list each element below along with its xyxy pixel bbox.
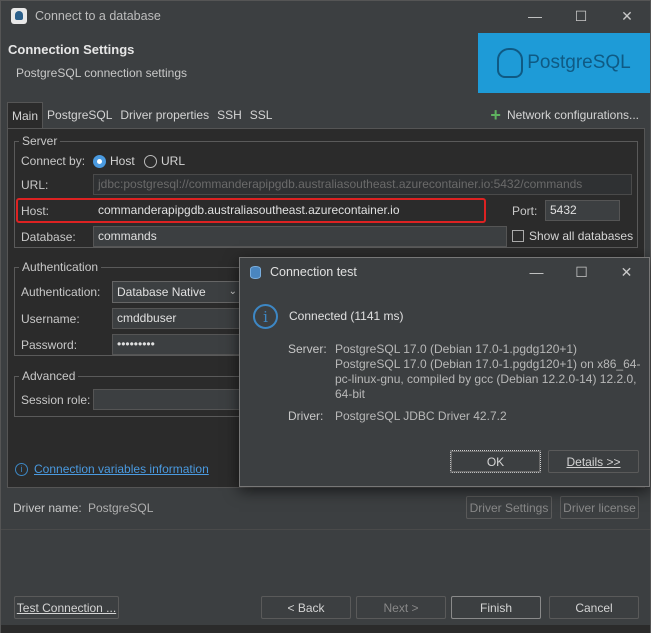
show-all-databases-label: Show all databases <box>529 229 634 243</box>
database-icon <box>250 265 261 279</box>
footer-divider <box>1 529 650 530</box>
logo-text: PostgreSQL <box>527 52 631 73</box>
cancel-button[interactable]: Cancel <box>549 596 639 619</box>
driver-name-value: PostgreSQL <box>88 501 154 515</box>
minimize-button[interactable]: — <box>512 1 558 31</box>
driver-row: Driver name: PostgreSQL Driver Settings … <box>1 495 650 521</box>
network-configurations-button[interactable]: + Network configurations... <box>490 102 639 128</box>
radio-unselected-icon <box>144 154 157 168</box>
tab-ssh[interactable]: SSH <box>213 102 246 128</box>
authentication-label: Authentication: <box>21 285 101 299</box>
advanced-legend: Advanced <box>22 369 76 383</box>
connect-by-label: Connect by: <box>21 154 86 168</box>
username-field[interactable]: cmddbuser <box>112 308 242 329</box>
server-key: Server: <box>288 342 327 356</box>
dialog-title-bar: Connection test — ☐ ✕ <box>240 258 649 286</box>
elephant-icon <box>497 48 524 78</box>
password-label: Password: <box>21 338 78 352</box>
tab-postgresql[interactable]: PostgreSQL <box>43 102 116 128</box>
finish-button[interactable]: Finish <box>451 596 541 619</box>
details-button[interactable]: Details >> <box>548 450 639 473</box>
settings-header: Connection Settings PostgreSQL connectio… <box>1 31 650 95</box>
radio-selected-icon <box>93 154 106 168</box>
show-all-databases-checkbox[interactable]: Show all databases <box>512 229 633 243</box>
server-info-line: PostgreSQL 17.0 (Debian 17.0-1.pgdg120+1… <box>335 357 641 371</box>
driver-license-button[interactable]: Driver license <box>560 496 639 519</box>
tab-bar: Main PostgreSQL Driver properties SSH SS… <box>7 102 645 128</box>
url-radio-label: URL <box>161 154 186 168</box>
info-icon: i <box>15 462 28 476</box>
url-label: URL: <box>21 178 49 192</box>
tab-ssl[interactable]: SSL <box>246 102 277 128</box>
session-role-label: Session role: <box>21 393 91 407</box>
host-radio[interactable]: Host <box>93 154 135 168</box>
next-button[interactable]: Next > <box>356 596 446 619</box>
tab-main[interactable]: Main <box>7 102 44 128</box>
plus-icon: + <box>490 105 501 125</box>
bottom-strip <box>1 625 650 633</box>
server-info: PostgreSQL 17.0 (Debian 17.0-1.pgdg120+1… <box>335 342 640 402</box>
header-title: Connection Settings <box>8 42 135 57</box>
dialog-close-button[interactable]: ✕ <box>604 258 649 286</box>
database-field[interactable]: commands <box>93 226 507 247</box>
chevron-down-icon: ⌄ <box>228 286 237 297</box>
url-radio[interactable]: URL <box>144 154 185 168</box>
database-label: Database: <box>21 230 76 244</box>
checkbox-icon <box>512 230 524 242</box>
authentication-value: Database Native <box>117 285 206 299</box>
driver-info: PostgreSQL JDBC Driver 42.7.2 <box>335 409 507 423</box>
server-info-line: pc-linux-gnu, compiled by gcc (Debian 12… <box>335 372 637 386</box>
connect-database-window: Connect to a database — ☐ ✕ Connection S… <box>0 0 651 633</box>
username-label: Username: <box>21 312 80 326</box>
host-radio-label: Host <box>110 154 135 168</box>
dialog-maximize-button[interactable]: ☐ <box>559 258 604 286</box>
driver-key: Driver: <box>288 409 324 423</box>
port-label: Port: <box>512 204 538 218</box>
connection-variables-row: i Connection variables information <box>15 462 209 476</box>
postgresql-logo: PostgreSQL <box>478 33 650 93</box>
driver-name-label: Driver name: <box>13 501 82 515</box>
dialog-minimize-button[interactable]: — <box>514 258 559 286</box>
connection-status: Connected (1141 ms) <box>289 309 404 323</box>
driver-settings-button[interactable]: Driver Settings <box>466 496 552 519</box>
info-icon: i <box>253 304 278 329</box>
session-role-field[interactable] <box>93 389 242 410</box>
authentication-select[interactable]: Database Native ⌄ <box>112 281 242 303</box>
server-info-line: 64-bit <box>335 387 366 401</box>
tab-driver-properties[interactable]: Driver properties <box>116 102 213 128</box>
password-field[interactable]: ••••••••• <box>112 334 242 355</box>
connection-variables-link[interactable]: Connection variables information <box>34 462 209 476</box>
header-subtitle: PostgreSQL connection settings <box>16 66 187 80</box>
window-title: Connect to a database <box>35 9 161 23</box>
maximize-button[interactable]: ☐ <box>558 1 604 31</box>
test-connection-button[interactable]: Test Connection ... <box>14 596 119 619</box>
back-button[interactable]: < Back <box>261 596 351 619</box>
authentication-legend: Authentication <box>22 260 99 274</box>
host-field[interactable]: commanderapipgdb.australiasoutheast.azur… <box>93 200 482 221</box>
port-field[interactable]: 5432 <box>545 200 620 221</box>
connection-test-dialog: Connection test — ☐ ✕ i Connected (1141 … <box>239 257 650 487</box>
url-field[interactable]: jdbc:postgresql://commanderapipgdb.austr… <box>93 174 632 195</box>
close-button[interactable]: ✕ <box>604 1 650 31</box>
network-configurations-label: Network configurations... <box>506 108 639 122</box>
server-legend: Server <box>22 134 58 148</box>
server-info-line: PostgreSQL 17.0 (Debian 17.0-1.pgdg120+1… <box>335 342 578 356</box>
ok-button[interactable]: OK <box>450 450 541 473</box>
dbeaver-app-icon <box>11 8 27 24</box>
host-label: Host: <box>21 204 50 218</box>
title-bar: Connect to a database — ☐ ✕ <box>1 1 650 31</box>
dialog-title: Connection test <box>270 265 357 279</box>
